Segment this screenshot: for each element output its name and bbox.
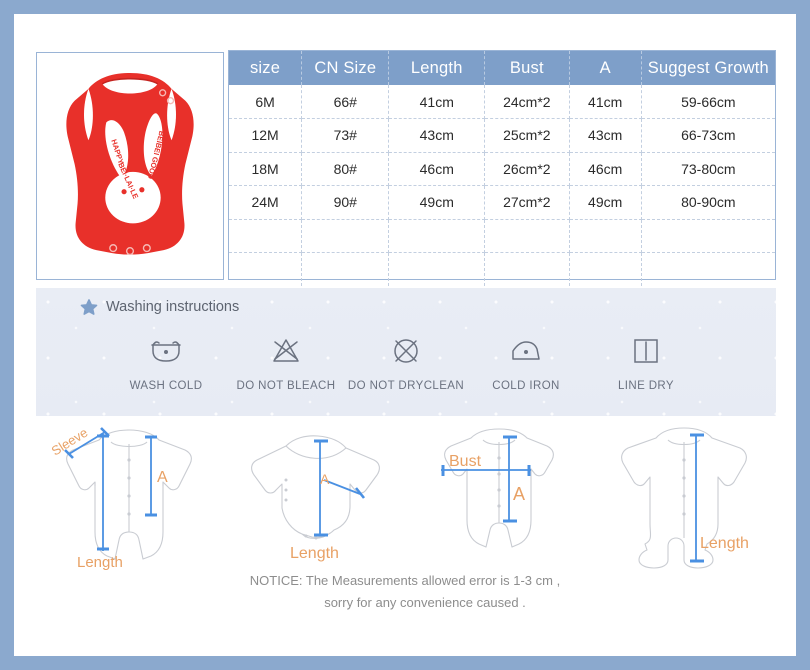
cell-growth [641,219,775,253]
care-label-do-not-dryclean: DO NOT DRYCLEAN [347,380,465,392]
diagram-footed-sleepsuit: Length [594,420,774,570]
header-bust: Bust [484,51,570,85]
cell-a: 43cm [569,118,642,153]
cell-length: 43cm [388,118,486,153]
cell-cn: 66# [301,85,390,119]
header-size: size [229,51,303,85]
cell-growth [641,253,775,287]
cell-length: 41cm [388,85,486,119]
washing-instructions-title: Washing instructions [80,298,239,316]
cell-size: 6M [229,85,303,119]
table-row: 18M 80# 46cm 26cm*2 46cm 73-80cm [229,152,775,186]
care-symbol-row: WASH COLD DO NOT BLEACH DO NOT DRYCLEAN … [36,334,776,392]
measurement-diagrams: Sleeve A Length A Length Bust A Length [36,420,776,571]
cell-size: 12M [229,118,303,153]
iron-icon [509,334,543,368]
cell-cn: 90# [301,185,390,220]
diagram-label-a: A [513,484,525,504]
diagram-label-length: Length [290,545,339,562]
cell-length: 49cm [388,185,486,220]
cell-cn [301,219,390,253]
diagram-label-a: A [157,469,168,486]
cell-bust: 25cm*2 [484,118,570,153]
cell-a [569,219,642,253]
care-label-wash-cold: WASH COLD [129,380,203,392]
washing-instructions-label: Washing instructions [106,299,240,315]
care-item-wash-cold: WASH COLD [106,334,226,392]
cell-size [229,219,303,253]
table-row-empty [229,219,775,253]
cell-length [388,252,486,286]
header-a: A [569,51,642,85]
cell-length [388,219,486,253]
star-icon [80,299,98,315]
diagram-label-length: Length [700,535,749,552]
care-label-cold-iron: COLD IRON [492,380,560,392]
cell-bust: 27cm*2 [484,185,570,220]
washing-instructions-panel: Washing instructions WASH COLD DO NOT BL… [36,288,776,416]
cell-cn: 80# [301,152,390,186]
line-dry-icon [629,334,663,368]
notice-line-1: NOTICE: The Measurements allowed error i… [249,573,561,588]
crossed-triangle-icon [269,334,303,368]
crossed-circle-icon [389,334,423,368]
cell-growth: 59-66cm [641,85,775,119]
diagram-label-bust: Bust [449,453,482,470]
cell-length: 46cm [388,152,486,186]
cell-growth: 80-90cm [641,185,775,220]
header-suggest-growth: Suggest Growth [641,51,775,85]
cell-bust [484,252,570,286]
care-label-do-not-bleach: DO NOT BLEACH [236,380,336,392]
wash-tub-icon [149,334,183,368]
table-row: 24M 90# 49cm 27cm*2 49cm 80-90cm [229,185,775,220]
cell-growth: 66-73cm [641,118,775,153]
cell-bust: 24cm*2 [484,85,570,119]
diagram-long-sleeve-romper: Sleeve A Length [39,420,219,571]
cell-cn: 73# [301,118,390,153]
diagram-long-sleeve-bodysuit: A Length [224,420,404,570]
cell-size [229,252,303,286]
cell-bust: 26cm*2 [484,152,570,186]
header-length: Length [388,51,486,85]
product-photo: HAPPY BEI·LAI·LE BEIBEI GOOD [37,53,223,279]
notice-block: NOTICE: The Measurements allowed error i… [14,570,796,614]
care-item-cold-iron: COLD IRON [466,334,586,392]
size-chart-table: size CN Size Length Bust A Suggest Growt… [228,50,776,286]
product-photo-frame: HAPPY BEI·LAI·LE BEIBEI GOOD [36,52,224,280]
diagram-label-a: A [320,471,330,487]
header-cn-size: CN Size [301,51,390,85]
notice-line-2: sorry for any convenience caused . [324,595,526,610]
table-row: 6M 66# 41cm 24cm*2 41cm 59-66cm [229,85,775,119]
diagram-label-length: Length [77,554,123,570]
care-item-line-dry: LINE DRY [586,334,706,392]
care-item-do-not-bleach: DO NOT BLEACH [226,334,346,392]
cell-size: 24M [229,185,303,220]
care-item-do-not-dryclean: DO NOT DRYCLEAN [346,334,466,392]
cell-cn [301,252,390,286]
cell-size: 18M [229,152,303,186]
cell-growth: 73-80cm [641,152,775,186]
care-label-line-dry: LINE DRY [617,380,675,392]
table-header-row: size CN Size Length Bust A Suggest Growt… [229,51,775,85]
table-row-empty [229,252,775,287]
cell-a [569,252,642,286]
cell-bust [484,219,570,253]
cell-a: 46cm [569,152,642,186]
table-row: 12M 73# 43cm 25cm*2 43cm 66-73cm [229,118,775,153]
diagram-short-sleeve-romper: Bust A [409,420,589,570]
page-canvas: HAPPY BEI·LAI·LE BEIBEI GOOD size CN Siz… [14,14,796,656]
cell-a: 49cm [569,185,642,220]
cell-a: 41cm [569,85,642,119]
